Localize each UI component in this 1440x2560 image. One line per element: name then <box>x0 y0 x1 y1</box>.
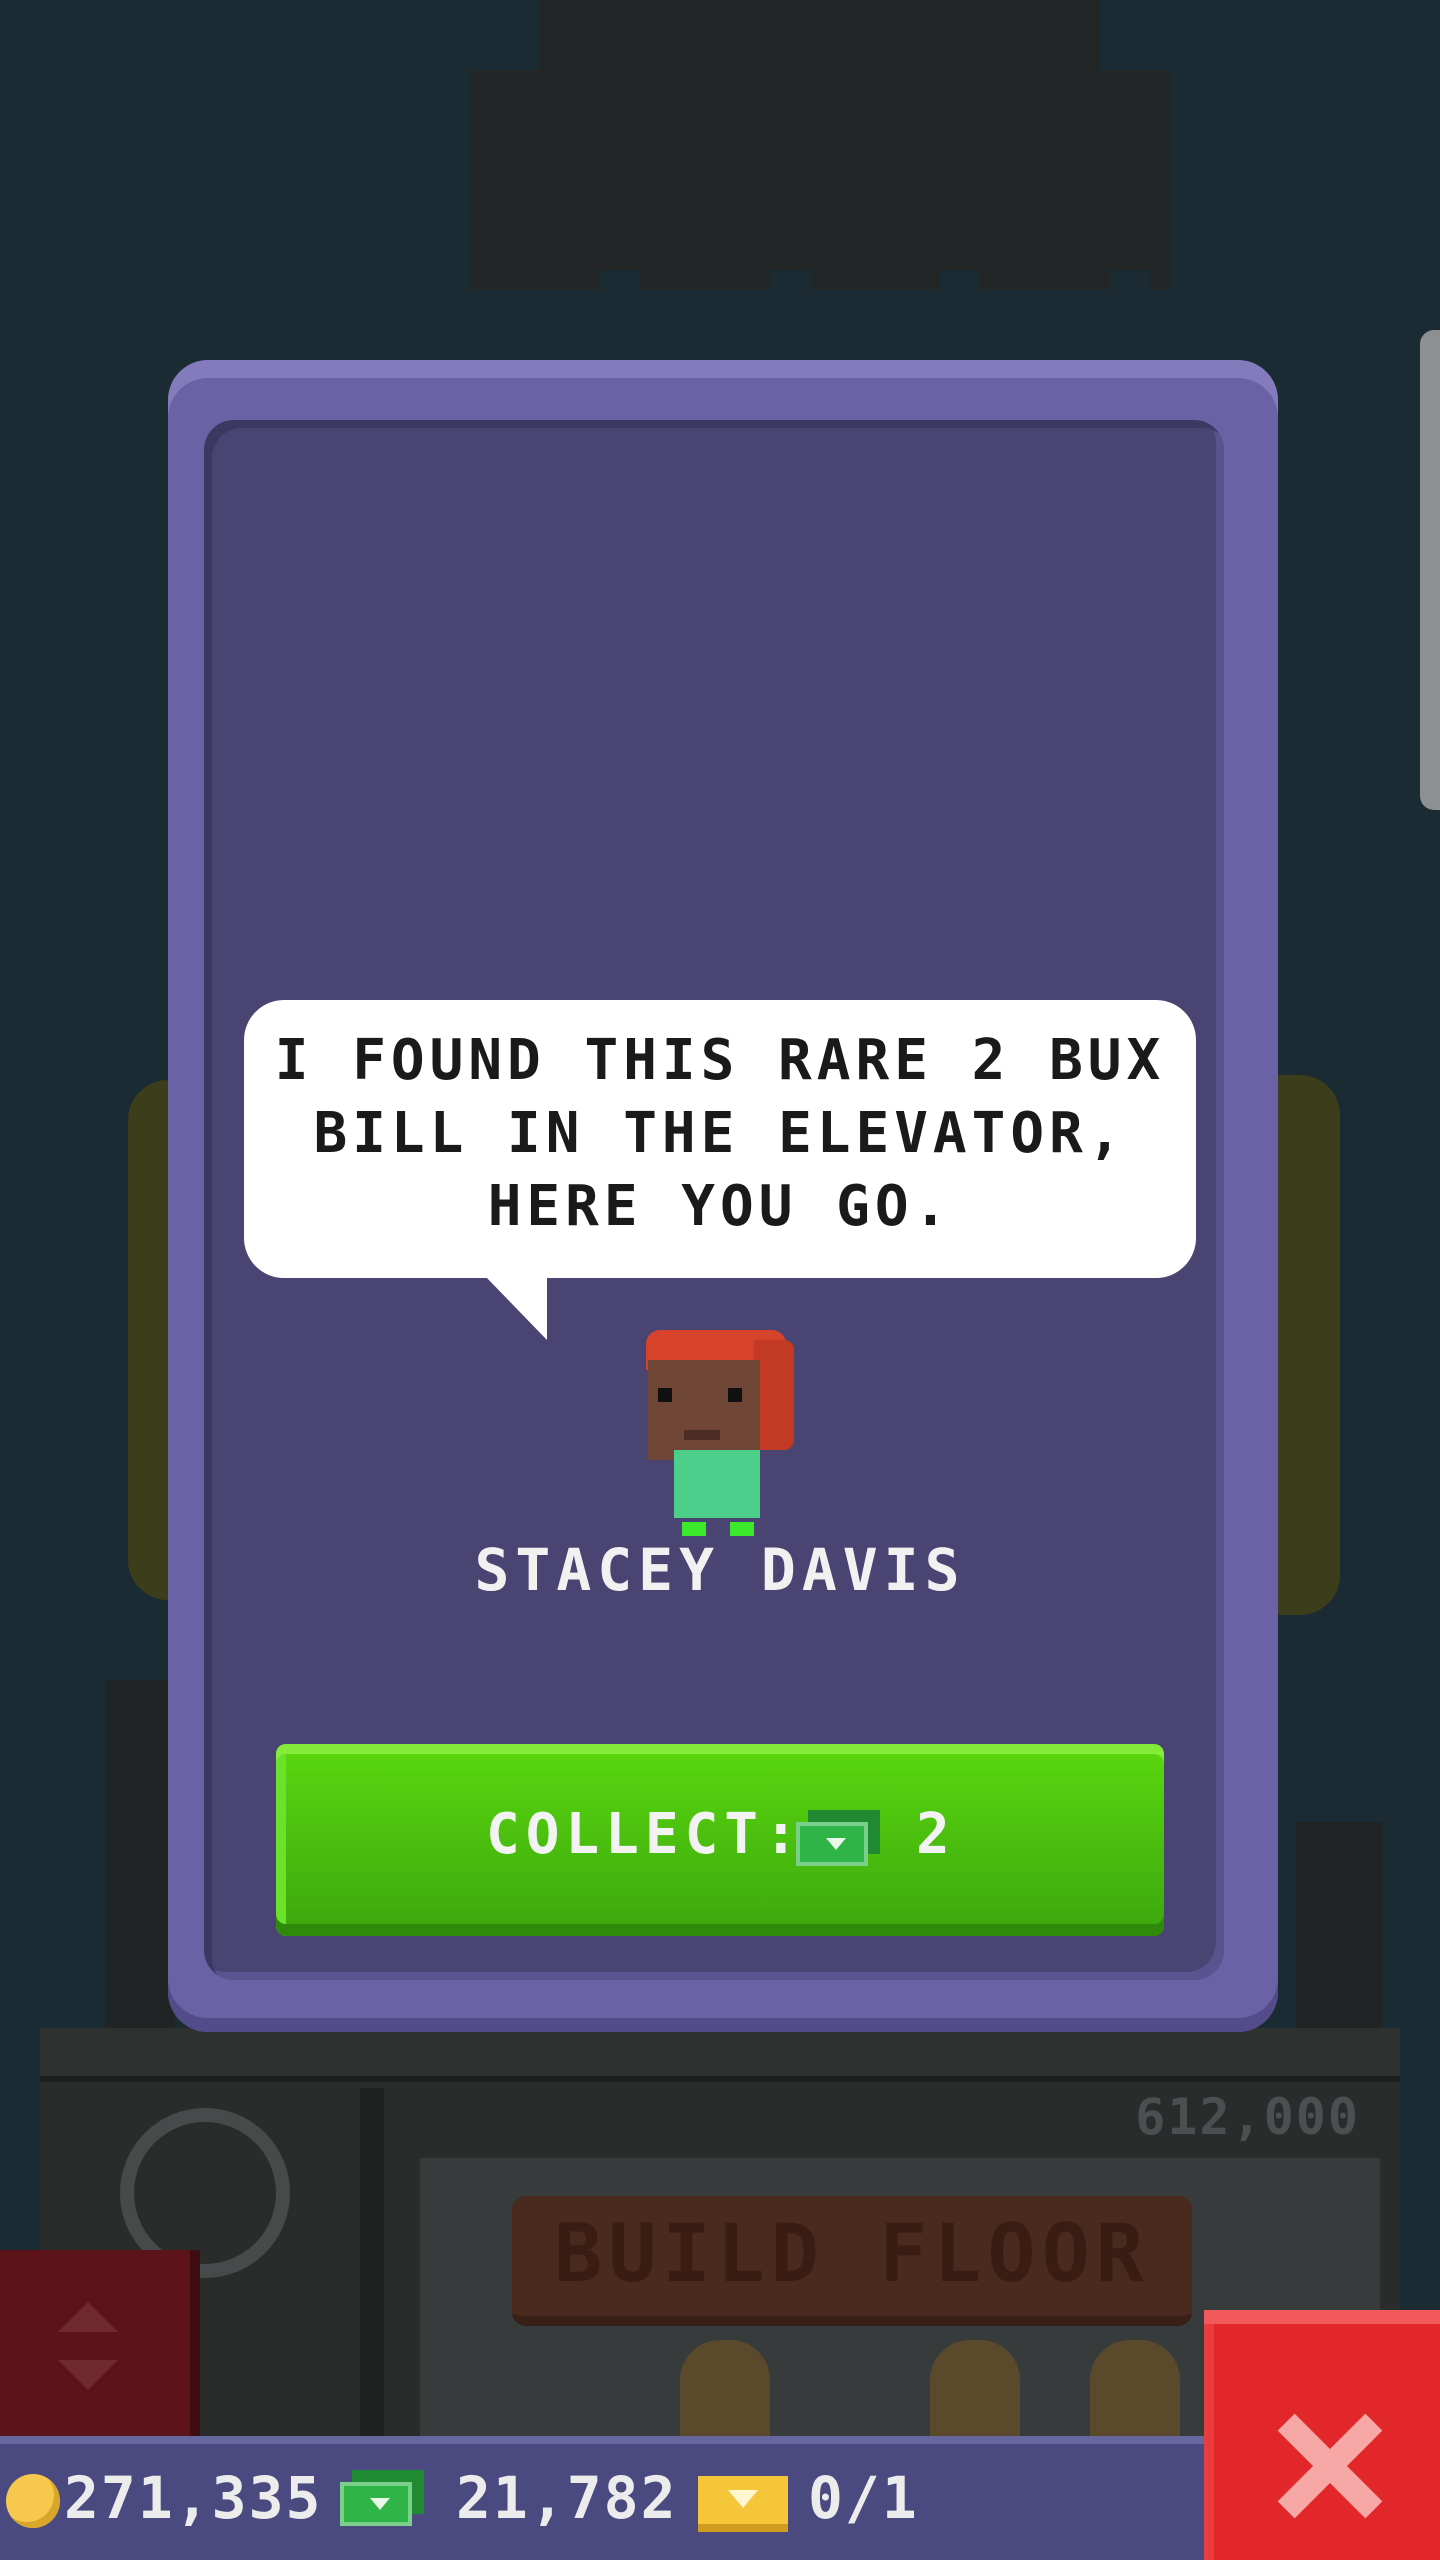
floor-price: 612,000 <box>1135 2088 1360 2146</box>
bux-icon-front <box>340 2482 412 2526</box>
arrow-up-icon <box>58 2302 118 2332</box>
bux-icon-front <box>796 1822 868 1866</box>
background-column-right <box>1296 1822 1382 2042</box>
worker-sprite <box>680 2340 770 2440</box>
background-tower-silhouette <box>470 70 1170 290</box>
character-mouth <box>684 1430 720 1440</box>
elevator-button[interactable] <box>0 2250 200 2450</box>
building-roof <box>40 2028 1400 2082</box>
background-yellow-panel-right <box>1270 1075 1340 1615</box>
bux-icon <box>796 1810 880 1866</box>
character-eye-left <box>658 1388 672 1402</box>
speech-message: I FOUND THIS RARE 2 BUX BILL IN THE ELEV… <box>274 1028 1166 1239</box>
background-column-left <box>105 1680 175 2040</box>
character-body <box>674 1450 760 1518</box>
worker-sprite <box>1090 2340 1180 2440</box>
vip-count: 0/1 <box>808 2464 919 2532</box>
speech-bubble-tail <box>485 1276 547 1340</box>
elevator-shaft <box>360 2088 384 2448</box>
workers-group <box>660 2340 1220 2440</box>
worker-sprite <box>930 2340 1020 2440</box>
background-tower-top <box>540 0 1100 75</box>
collect-amount: 2 <box>916 1802 954 1867</box>
character-shoe-left <box>682 1522 706 1536</box>
bux-count: 21,782 <box>456 2464 678 2532</box>
coins-count: 271,335 <box>64 2464 323 2532</box>
speech-bubble: I FOUND THIS RARE 2 BUX BILL IN THE ELEV… <box>244 1000 1196 1278</box>
collect-button[interactable]: COLLECT: 2 <box>276 1744 1164 1936</box>
character-name: STACEY DAVIS <box>474 1536 966 1604</box>
close-button[interactable] <box>1204 2310 1440 2560</box>
arrow-down-icon <box>58 2360 118 2390</box>
vip-ticket-icon <box>698 2476 788 2532</box>
collect-label: COLLECT: <box>486 1802 804 1867</box>
build-floor-button[interactable]: BUILD FLOOR <box>512 2196 1192 2326</box>
side-menu-handle[interactable] <box>1420 330 1440 810</box>
character-face <box>648 1360 760 1460</box>
character-eye-right <box>728 1388 742 1402</box>
bux-icon <box>340 2470 424 2526</box>
status-bar: 271,335 21,782 0/1 <box>0 2436 1204 2560</box>
coin-icon <box>6 2474 60 2528</box>
character-shoe-right <box>730 1522 754 1536</box>
character-avatar <box>636 1330 796 1536</box>
character-hair-side <box>754 1340 794 1450</box>
close-icon <box>1274 2410 1384 2520</box>
